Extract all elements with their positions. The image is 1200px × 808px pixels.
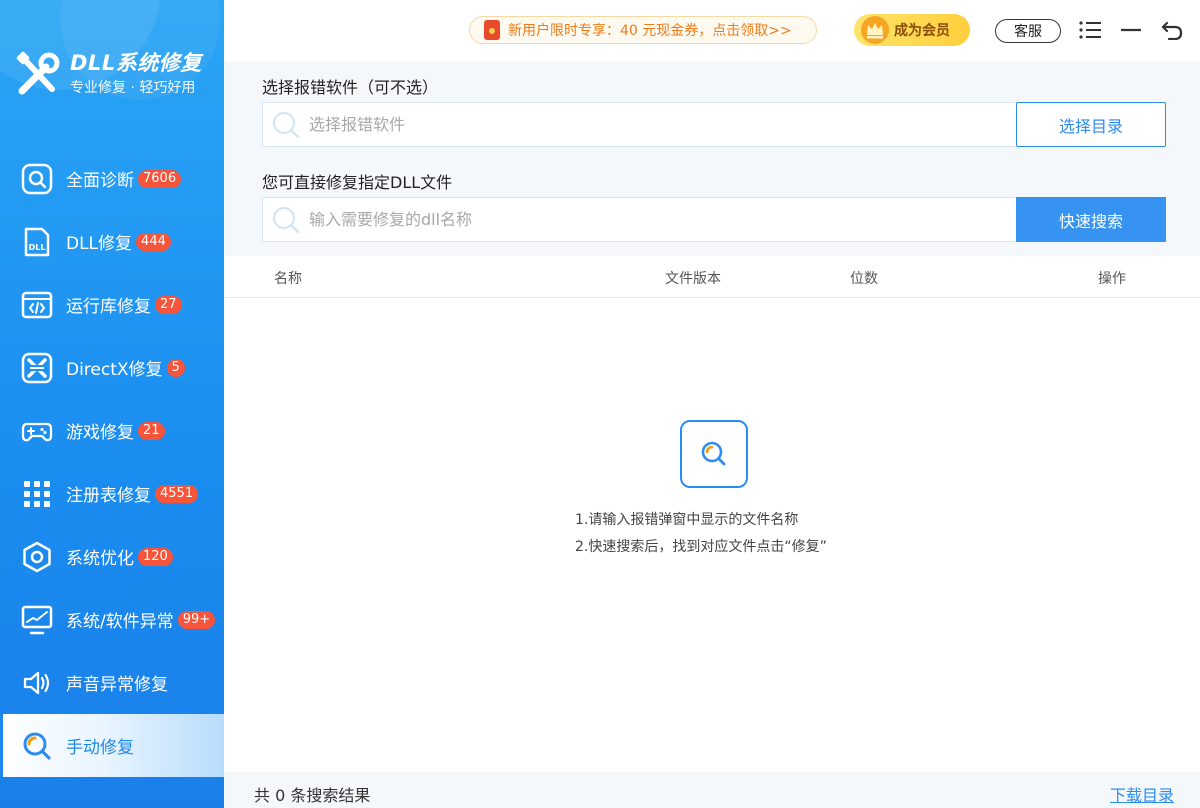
column-header-name: 名称 bbox=[274, 271, 302, 287]
count-badge: 444 bbox=[136, 232, 171, 251]
count-badge: 7606 bbox=[138, 169, 182, 188]
count-badge: 4551 bbox=[155, 484, 199, 503]
sidebar-item-label: 系统/软件异常 bbox=[66, 612, 174, 632]
quick-search-button[interactable]: 快速搜索 bbox=[1016, 197, 1166, 242]
dll-search-input[interactable] bbox=[309, 210, 989, 229]
empty-state-search-icon bbox=[680, 420, 748, 488]
search-icon bbox=[273, 206, 300, 233]
sidebar-item-label: 运行库修复 bbox=[66, 297, 151, 317]
count-badge: 27 bbox=[155, 295, 182, 314]
red-packet-icon bbox=[484, 20, 500, 40]
sidebar: DLL系统修复 专业修复 · 轻巧好用 全面诊断 7606 DLL DLL修复 … bbox=[0, 0, 224, 808]
column-header-version: 文件版本 bbox=[665, 271, 721, 287]
download-directory-link[interactable]: 下载目录 bbox=[1110, 782, 1174, 806]
sidebar-item-label: DirectX修复 bbox=[66, 360, 163, 380]
sidebar-nav: 全面诊断 7606 DLL DLL修复 444 运行库修复 27 DirectX… bbox=[0, 147, 224, 777]
directx-icon bbox=[20, 351, 54, 385]
wrench-screwdriver-icon bbox=[16, 51, 60, 94]
sidebar-item-dll-repair[interactable]: DLL DLL修复 444 bbox=[0, 210, 224, 273]
choose-directory-button[interactable]: 选择目录 bbox=[1016, 102, 1166, 147]
footer: 共 0 条搜索结果 下载目录 bbox=[224, 772, 1200, 808]
sidebar-item-runtime-repair[interactable]: 运行库修复 27 bbox=[0, 273, 224, 336]
menu-icon[interactable] bbox=[1077, 16, 1105, 44]
sidebar-item-software-error[interactable]: 系统/软件异常 99+ bbox=[0, 588, 224, 651]
sidebar-item-label: 注册表修复 bbox=[66, 486, 151, 506]
sidebar-item-system-optimize[interactable]: 系统优化 120 bbox=[0, 525, 224, 588]
runtime-code-icon bbox=[20, 288, 54, 322]
crown-icon bbox=[861, 16, 889, 44]
count-badge: 99+ bbox=[177, 610, 216, 629]
app-slogan: 专业修复 · 轻巧好用 bbox=[70, 80, 196, 96]
column-header-action: 操作 bbox=[1098, 271, 1126, 287]
sidebar-item-full-diagnosis[interactable]: 全面诊断 7606 bbox=[0, 147, 224, 210]
dll-label: 您可直接修复指定DLL文件 bbox=[262, 173, 453, 192]
search-panel: 选择报错软件（可不选） 选择目录 您可直接修复指定DLL文件 快速搜索 bbox=[224, 62, 1200, 256]
dll-input-row: 快速搜索 bbox=[262, 197, 1166, 242]
dll-input-box bbox=[262, 197, 1016, 242]
sidebar-item-registry-repair[interactable]: 注册表修复 4551 bbox=[0, 462, 224, 525]
top-bar: 新用户限时专享：40 元现金券，点击领取>> 成为会员 客服 bbox=[224, 0, 1200, 62]
column-header-bits: 位数 bbox=[850, 271, 878, 287]
sidebar-item-label: 系统优化 bbox=[66, 549, 134, 569]
count-badge: 120 bbox=[138, 547, 173, 566]
sidebar-item-label: DLL修复 bbox=[66, 234, 133, 254]
sidebar-item-label: 手动修复 bbox=[66, 738, 134, 758]
sidebar-item-label: 全面诊断 bbox=[66, 171, 134, 191]
empty-state-hint-2: 2.快速搜索后，找到对应文件点击“修复” bbox=[575, 539, 827, 555]
empty-state-hint-1: 1.请输入报错弹窗中显示的文件名称 bbox=[575, 512, 799, 528]
speaker-icon bbox=[20, 666, 54, 700]
sidebar-item-directx-repair[interactable]: DirectX修复 5 bbox=[0, 336, 224, 399]
minimize-icon[interactable] bbox=[1117, 16, 1145, 44]
promo-text: 新用户限时专享：40 元现金券，点击领取>> bbox=[508, 23, 792, 39]
app-logo: DLL系统修复 专业修复 · 轻巧好用 bbox=[16, 50, 202, 97]
gamepad-icon bbox=[20, 414, 54, 448]
app-name: DLL系统修复 bbox=[70, 51, 202, 75]
grid-icon bbox=[20, 477, 54, 511]
sidebar-item-label: 声音异常修复 bbox=[66, 675, 168, 695]
svg-text:DLL: DLL bbox=[29, 243, 46, 252]
count-badge: 5 bbox=[166, 358, 185, 377]
software-input-box bbox=[262, 102, 1016, 147]
software-input[interactable] bbox=[309, 115, 989, 134]
hexagon-icon bbox=[20, 540, 54, 574]
scan-icon bbox=[20, 162, 54, 196]
search-icon bbox=[273, 111, 300, 138]
sidebar-item-label: 游戏修复 bbox=[66, 423, 134, 443]
software-input-row: 选择目录 bbox=[262, 102, 1166, 147]
dll-file-icon: DLL bbox=[20, 225, 54, 259]
customer-service-button[interactable]: 客服 bbox=[995, 19, 1061, 43]
back-icon[interactable] bbox=[1158, 16, 1186, 44]
software-label: 选择报错软件（可不选） bbox=[262, 78, 439, 97]
result-count: 共 0 条搜索结果 bbox=[254, 786, 371, 805]
sidebar-item-game-repair[interactable]: 游戏修复 21 bbox=[0, 399, 224, 462]
promo-banner[interactable]: 新用户限时专享：40 元现金券，点击领取>> bbox=[469, 16, 817, 44]
sidebar-item-sound-repair[interactable]: 声音异常修复 bbox=[0, 651, 224, 714]
count-badge: 21 bbox=[138, 421, 165, 440]
monitor-icon bbox=[20, 603, 54, 637]
manual-search-icon bbox=[20, 729, 54, 763]
vip-button[interactable]: 成为会员 bbox=[854, 14, 970, 46]
vip-label: 成为会员 bbox=[894, 23, 950, 39]
sidebar-item-manual-repair[interactable]: 手动修复 bbox=[0, 714, 224, 777]
results-table-header: 名称 文件版本 位数 操作 bbox=[224, 256, 1200, 298]
